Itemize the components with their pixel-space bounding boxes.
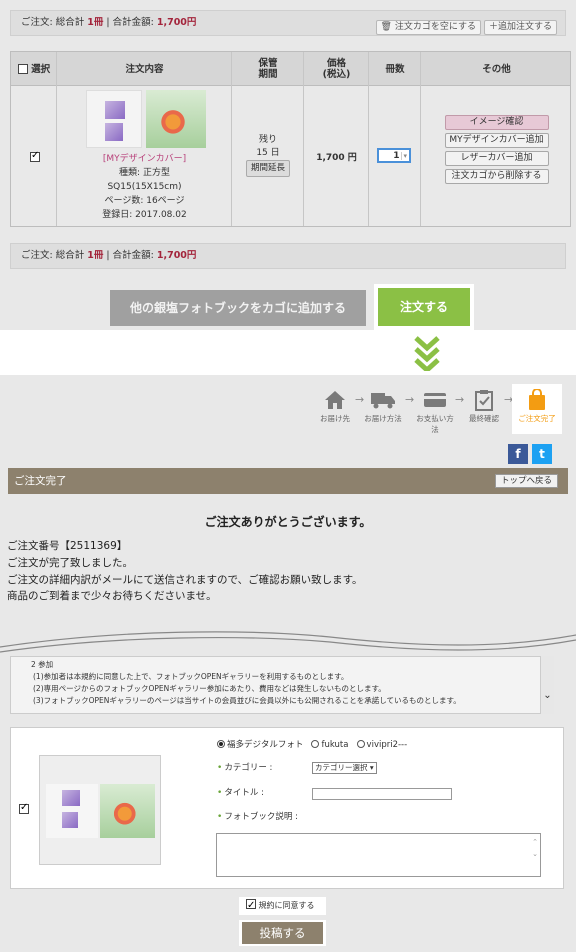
- chevron-down-icon: ▾: [369, 763, 374, 772]
- remove-from-cart-button[interactable]: 注文カゴから削除する: [444, 169, 549, 184]
- chevron-down-icon: ▾: [401, 151, 407, 160]
- order-complete-panel: お届け先 → お届け方法 → お支払い方法 → 最終確認 → ご注文完了 f t…: [0, 375, 576, 952]
- gallery-post-form: 福多デジタルフォト fukuta vivipri2--- •カテゴリー : カテ…: [10, 727, 564, 889]
- product-name[interactable]: [MYデザインカバー]: [57, 152, 232, 166]
- step-delivery-method: お届け方法: [361, 387, 405, 424]
- extend-period-button[interactable]: 期間延長: [245, 160, 290, 177]
- clipboard-icon: [462, 387, 506, 413]
- twitter-icon[interactable]: t: [532, 444, 552, 464]
- post-item-checkbox[interactable]: [19, 802, 29, 814]
- cart-panel: ご注文: 総合計 1冊 | 合計金額: 1,700円 🗑 注文カゴを空にする ＋…: [0, 0, 576, 330]
- terms-line: (2)専用ページからのフォトブックOPENギャラリー参加にあたり、費用などは発生…: [33, 684, 386, 693]
- cart-summary-top: ご注文: 総合計 1冊 | 合計金額: 1,700円 🗑 注文カゴを空にする ＋…: [10, 10, 566, 36]
- order-number: ご注文番号【2511369】: [7, 540, 128, 552]
- house-icon: [313, 387, 357, 413]
- item-actions: イメージ確認 MYデザインカバー追加 レザーカバー追加 注文カゴから削除する: [421, 115, 572, 187]
- cart-summary-bottom: ご注文: 総合計 1冊 | 合計金額: 1,700円: [10, 243, 566, 269]
- column-header-storage: 保管 期間: [258, 58, 278, 80]
- column-header-qty: 冊数: [385, 63, 405, 75]
- terms-line: (3)フォトブックOPENギャラリーのページは当サイトの会員並びに会員以外にも公…: [33, 696, 461, 705]
- description-label: • フォトブック説明 :: [217, 812, 298, 822]
- product-size: SQ15(15X15cm): [107, 182, 182, 192]
- cart-table: 選択 注文内容 保管 期間 価格 (税込) 冊数 その他 [MYデザインカバー]…: [10, 51, 571, 227]
- product-info: [MYデザインカバー] 種類: 正方型 SQ15(15X15cm) ページ数: …: [57, 152, 232, 222]
- column-header-price: 価格 (税込): [322, 58, 351, 80]
- column-header-select: 選択: [11, 52, 57, 86]
- title-input[interactable]: [312, 788, 452, 800]
- terms-box[interactable]: 2 参加 (1)参加者は本規約に同意した上で、フォトブックOPENギャラリーを利…: [10, 656, 554, 714]
- step-final-check: 最終確認: [462, 387, 506, 424]
- description-textarea[interactable]: ⌃ ⌄: [216, 833, 541, 877]
- chevron-down-icon: [414, 336, 440, 371]
- order-button-wrap: 注文する: [374, 284, 474, 330]
- item-price: 1,700 円: [316, 153, 357, 163]
- terms-scrollbar[interactable]: ⌄: [540, 656, 554, 714]
- title-label: • タイトル :: [217, 788, 264, 798]
- add-order-button[interactable]: ＋追加注文する: [483, 20, 557, 35]
- truck-icon: [361, 387, 405, 413]
- wave-divider: [0, 631, 576, 653]
- terms-heading: 2 参加: [31, 660, 54, 669]
- radio-option[interactable]: fukuta: [311, 740, 348, 750]
- category-select[interactable]: カテゴリー選択 ▾: [312, 762, 377, 774]
- back-to-top-button[interactable]: トップへ戻る: [494, 474, 558, 488]
- step-delivery-address: お届け先: [313, 387, 357, 424]
- add-leather-cover-button[interactable]: レザーカバー追加: [444, 151, 549, 166]
- column-header-content: 注文内容: [125, 63, 164, 75]
- textarea-scroll-icon: ⌃ ⌄: [532, 838, 538, 858]
- order-button[interactable]: 注文する: [378, 288, 470, 326]
- card-icon: [413, 387, 457, 413]
- terms-line: (1)参加者は本規約に同意した上で、フォトブックOPENギャラリーを利用するもの…: [33, 672, 349, 681]
- product-kind: 種類: 正方型: [119, 168, 170, 178]
- product-registered: 登録日: 2017.08.02: [102, 210, 187, 220]
- page-title-bar: ご注文完了 トップへ戻る: [8, 468, 568, 494]
- agree-checkbox[interactable]: [246, 897, 256, 915]
- complete-message: ご注文が完了致しました。: [7, 557, 133, 569]
- product-pages: ページ数: 16ページ: [104, 196, 185, 206]
- arrival-notice: 商品のご到着まで少々お待ちくださいませ。: [7, 590, 217, 602]
- step-payment: お支払い方法: [413, 387, 457, 435]
- item-checkbox[interactable]: [30, 150, 40, 162]
- thanks-heading: ご注文ありがとうございます。: [204, 515, 372, 529]
- radio-option[interactable]: vivipri2---: [356, 740, 407, 750]
- image-check-button[interactable]: イメージ確認: [444, 115, 549, 130]
- submit-button[interactable]: 投稿する: [242, 922, 323, 944]
- account-radio-group: 福多デジタルフォト fukuta vivipri2---: [217, 738, 407, 750]
- add-my-design-cover-button[interactable]: MYデザインカバー追加: [444, 133, 549, 148]
- category-label: • カテゴリー :: [217, 763, 273, 773]
- step-order-complete: ご注文完了: [512, 384, 562, 434]
- product-thumbnail[interactable]: [86, 90, 206, 148]
- email-notice: ご注文の詳細内訳がメールにて送信されますので、ご確認お願い致します。: [7, 574, 363, 586]
- post-thumbnail: [39, 755, 161, 865]
- radio-option[interactable]: 福多デジタルフォト: [217, 740, 303, 750]
- shopping-bag-icon: [512, 387, 562, 413]
- trash-icon: 🗑: [380, 22, 392, 32]
- storage-period: 残り 15 日 期間延長: [232, 134, 304, 177]
- agree-terms[interactable]: 規約に同意する: [239, 897, 326, 915]
- quantity-select[interactable]: 1 ▾: [377, 148, 411, 163]
- add-other-photobook-button[interactable]: 他の銀塩フォトブックをカゴに追加する: [110, 290, 366, 326]
- empty-cart-button[interactable]: 🗑 注文カゴを空にする: [375, 20, 481, 35]
- chevron-down-icon: ⌄: [543, 690, 552, 701]
- select-all-checkbox[interactable]: [17, 64, 28, 74]
- facebook-icon[interactable]: f: [508, 444, 528, 464]
- column-header-other: その他: [482, 63, 511, 75]
- page-title: ご注文完了: [14, 475, 67, 487]
- submit-wrap: 投稿する: [239, 920, 326, 946]
